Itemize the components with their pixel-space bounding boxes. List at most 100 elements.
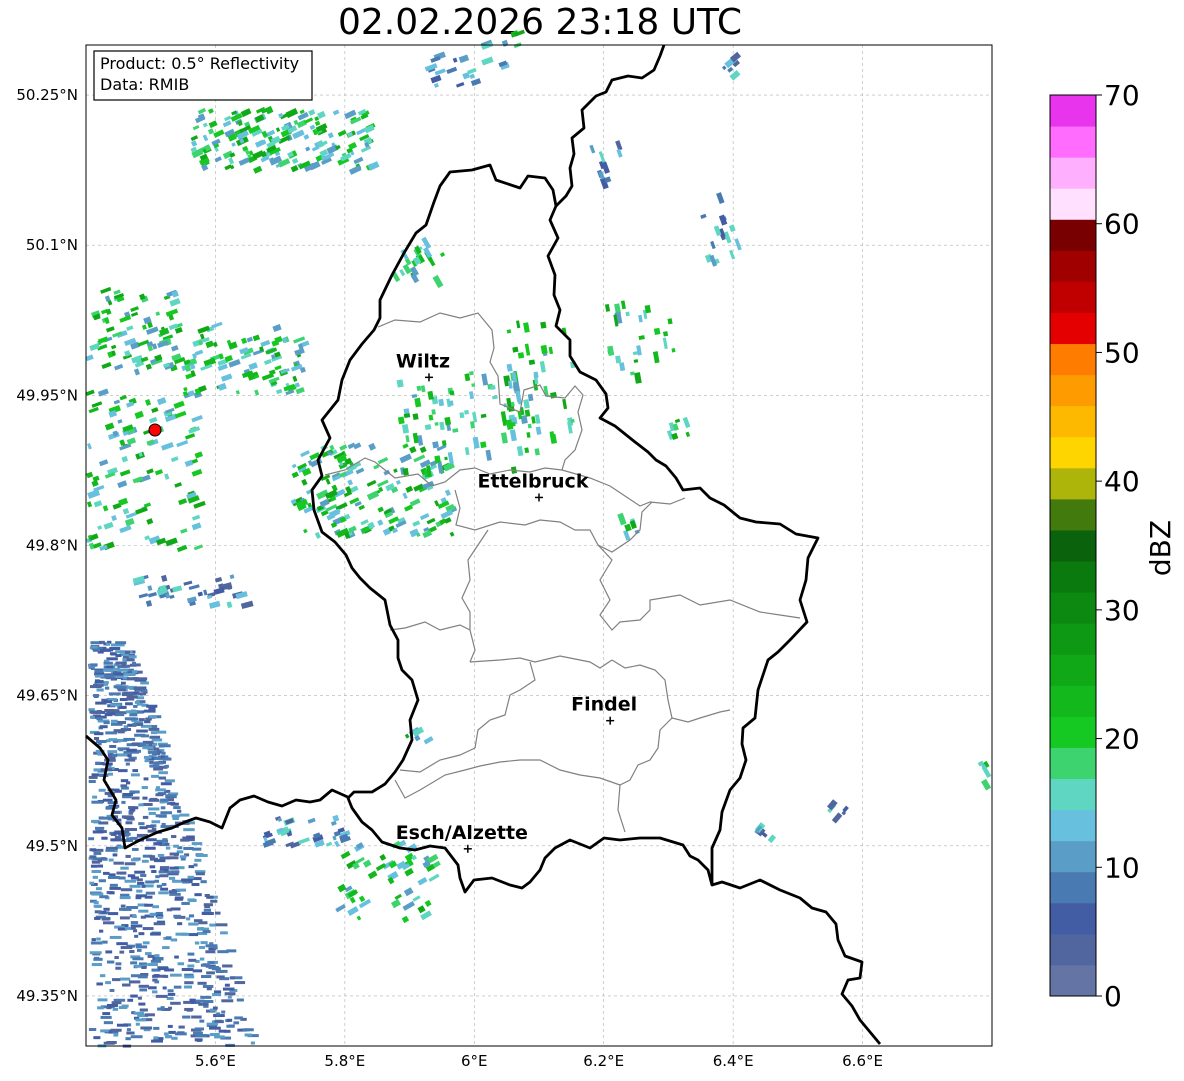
echo-cell xyxy=(448,400,454,407)
echo-cell xyxy=(211,967,221,971)
echo-cell xyxy=(187,898,196,902)
colorbar-frame xyxy=(1049,94,1097,997)
echo-cell xyxy=(143,755,152,759)
echo-cell xyxy=(197,981,207,985)
echo-cell xyxy=(129,884,141,888)
echo-cell xyxy=(93,851,102,855)
echo-cell xyxy=(98,821,109,825)
echo-cell xyxy=(153,1026,160,1030)
echo-cell xyxy=(142,927,154,931)
echo-cell xyxy=(188,865,195,869)
echo-cell xyxy=(94,669,104,673)
echo-cell xyxy=(132,929,138,933)
echo-cell xyxy=(93,901,99,905)
echo-cell xyxy=(100,1029,109,1033)
x-tick-label: 6.6°E xyxy=(842,1052,883,1070)
echo-cell xyxy=(89,951,102,955)
echo-cell xyxy=(104,686,110,690)
echo-cell xyxy=(164,968,175,972)
echo-cell xyxy=(139,988,148,992)
echo-cell xyxy=(191,842,203,846)
echo-cell xyxy=(159,874,169,878)
echo-cell xyxy=(136,696,145,700)
echo-cell xyxy=(100,1015,112,1019)
echo-cell xyxy=(91,869,102,873)
y-axis-ticks: 50.25°N 50.1°N 49.95°N 49.8°N 49.65°N 49.5°N 4… xyxy=(16,86,78,1005)
echo-cell xyxy=(149,797,158,801)
echo-cell xyxy=(95,680,104,684)
echo-cell xyxy=(129,950,135,954)
echo-cell xyxy=(126,781,131,785)
echo-cell xyxy=(127,754,132,758)
echo-cell xyxy=(121,800,126,804)
echo-cell xyxy=(111,788,120,792)
echo-cell xyxy=(527,423,532,429)
echo-cell xyxy=(164,757,170,761)
colorbar-swatch xyxy=(1050,623,1096,655)
echo-cell xyxy=(213,990,222,994)
echo-cell xyxy=(96,688,104,692)
echo-cell xyxy=(170,802,179,806)
echo-cell xyxy=(123,737,136,741)
echo-cell xyxy=(224,992,236,996)
echo-cell xyxy=(158,776,167,780)
echo-cell xyxy=(170,1001,181,1005)
echo-cell xyxy=(115,962,122,966)
echo-cell xyxy=(91,860,101,864)
echo-cell xyxy=(153,1036,159,1040)
echo-cell xyxy=(135,1022,140,1026)
echo-cell xyxy=(121,693,134,697)
colorbar-swatch xyxy=(1050,281,1096,313)
echo-cell xyxy=(140,915,146,919)
echo-cell xyxy=(110,652,116,656)
echo-cell xyxy=(138,932,145,936)
echo-cell xyxy=(143,777,149,781)
echo-cell xyxy=(215,923,228,927)
echo-cell xyxy=(114,835,122,839)
echo-cell xyxy=(172,879,183,883)
info-data-source: Data: RMIB xyxy=(100,75,189,94)
colorbar-swatch xyxy=(1050,343,1096,376)
echo-cell xyxy=(95,740,107,744)
y-tick-label: 49.95°N xyxy=(16,386,78,404)
echo-cell xyxy=(156,730,167,734)
echo-cell xyxy=(101,910,107,914)
echo-cell xyxy=(140,873,147,877)
colorbar-tick-label: 40 xyxy=(1104,465,1140,498)
echo-cell xyxy=(135,1018,147,1022)
echo-cell xyxy=(103,668,114,672)
echo-cell xyxy=(168,1030,176,1034)
echo-cell xyxy=(209,1026,221,1030)
echo-cell xyxy=(154,859,166,863)
echo-cell xyxy=(131,858,139,862)
echo-cell xyxy=(125,832,131,836)
colorbar-swatch xyxy=(1050,747,1096,780)
echo-cell xyxy=(88,1028,97,1032)
echo-cell xyxy=(105,950,113,954)
echo-cell xyxy=(209,923,216,927)
echo-cell xyxy=(135,896,142,900)
echo-cell xyxy=(122,792,134,796)
echo-cell xyxy=(145,891,156,895)
echo-cell xyxy=(101,917,111,921)
echo-cell xyxy=(528,359,536,365)
echo-cell xyxy=(138,909,149,913)
colorbar-swatch xyxy=(1050,250,1096,282)
echo-cell xyxy=(138,822,145,826)
echo-cell xyxy=(119,950,125,954)
echo-cell xyxy=(144,846,156,850)
echo-cell xyxy=(220,931,228,935)
city-label: Ettelbruck xyxy=(478,470,589,492)
echo-cell xyxy=(150,731,158,735)
echo-cell xyxy=(121,815,133,819)
echo-cell xyxy=(138,718,145,722)
echo-cell xyxy=(206,971,215,975)
echo-cell xyxy=(196,853,208,857)
echo-cell xyxy=(170,938,178,942)
echo-cell xyxy=(126,677,137,681)
echo-cell xyxy=(161,751,166,755)
echo-cell xyxy=(114,713,125,717)
echo-cell xyxy=(118,907,126,911)
echo-cell xyxy=(184,981,194,985)
echo-cell xyxy=(105,642,111,646)
